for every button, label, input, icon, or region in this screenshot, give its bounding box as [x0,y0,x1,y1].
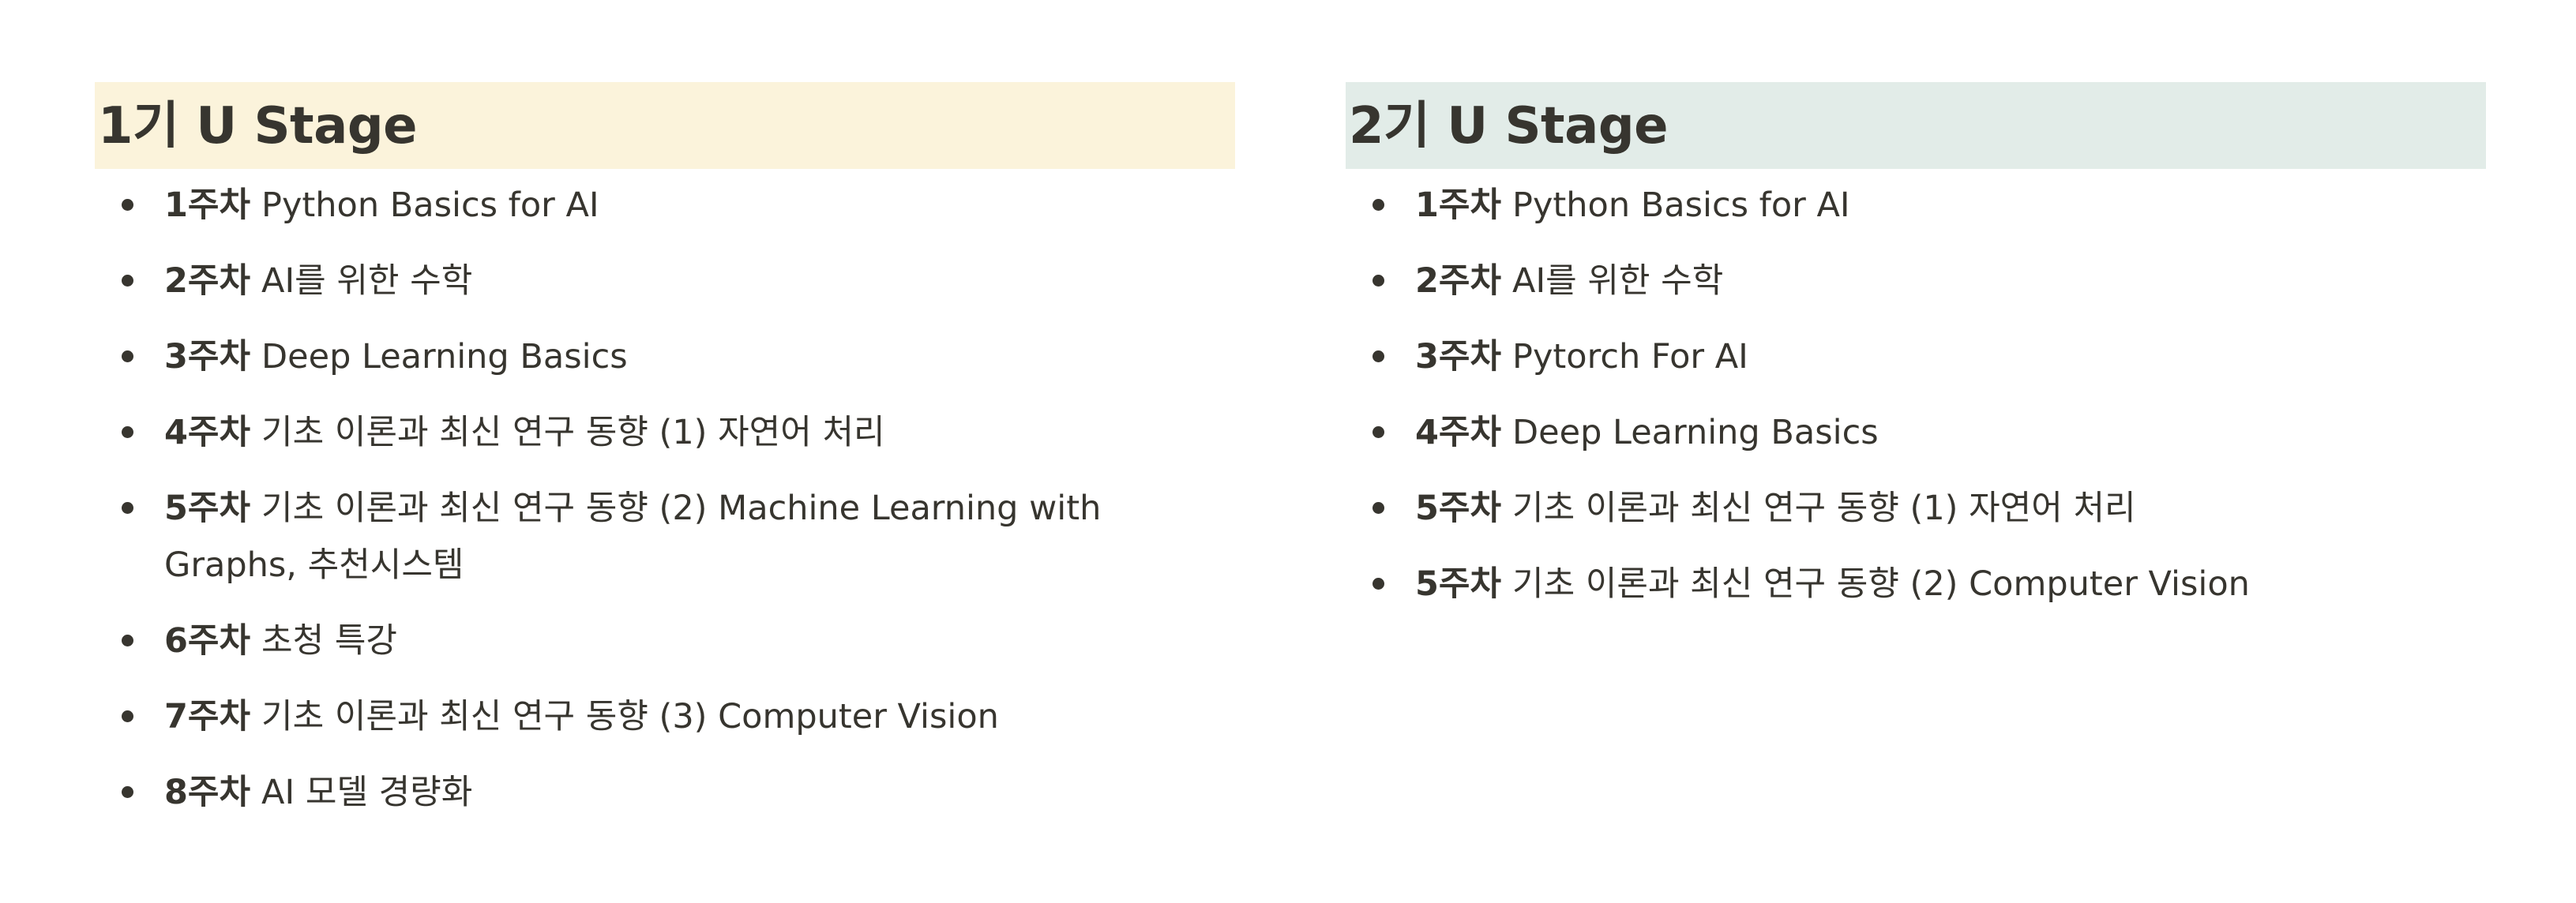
week-number: 8주차 [164,773,251,812]
stage-2-heading: 2기 U Stage [1346,82,2486,169]
week-title: 기초 이론과 최신 연구 동향 (1) 자연어 처리 [1512,489,2136,528]
stage-2-column: 2기 U Stage 1주차 Python Basics for AI 2주차 AI… [1346,82,2486,631]
stage-1-week-list: 1주차 Python Basics for AI 2주차 AI를 위한 수학 3주차… [95,177,1235,821]
week-number: 6주차 [164,621,251,661]
stage-2-week-list: 1주차 Python Basics for AI 2주차 AI를 위한 수학 3주차… [1346,177,2486,613]
list-item: 5주차 기초 이론과 최신 연구 동향 (2) Machine Learning … [95,480,1235,594]
week-title: AI 모델 경량화 [261,773,473,812]
list-item: 4주차 기초 이론과 최신 연구 동향 (1) 자연어 처리 [95,404,1235,461]
list-item: 1주차 Python Basics for AI [1346,177,2486,234]
week-number: 5주차 [1415,564,1502,604]
list-item: 2주차 AI를 위한 수학 [95,253,1235,309]
week-number: 5주차 [164,489,251,528]
list-item: 5주차 기초 이론과 최신 연구 동향 (2) Computer Vision [1346,556,2486,613]
week-number: 4주차 [1415,413,1502,452]
week-title: 기초 이론과 최신 연구 동향 (2) Machine Learning wit… [164,489,1102,585]
bullet-icon [1372,199,1384,211]
bullet-icon [1372,426,1384,438]
week-number: 2주차 [1415,261,1502,301]
list-item: 2주차 AI를 위한 수학 [1346,253,2486,309]
bullet-icon [122,199,133,211]
list-item: 5주차 기초 이론과 최신 연구 동향 (1) 자연어 처리 [1346,480,2486,537]
list-item: 4주차 Deep Learning Basics [1346,404,2486,461]
bullet-icon [122,635,133,646]
week-title: AI를 위한 수학 [1512,261,1724,301]
week-title: AI를 위한 수학 [261,261,473,301]
week-number: 1주차 [164,185,251,225]
week-title: Python Basics for AI [1512,185,1850,225]
bullet-icon [122,710,133,722]
week-title: Pytorch For AI [1512,337,1748,377]
week-title: 기초 이론과 최신 연구 동향 (3) Computer Vision [261,697,999,736]
list-item: 1주차 Python Basics for AI [95,177,1235,234]
bullet-icon [122,786,133,798]
list-item: 8주차 AI 모델 경량화 [95,764,1235,821]
week-title: 초청 특강 [261,621,397,661]
week-title: 기초 이론과 최신 연구 동향 (1) 자연어 처리 [261,413,885,452]
list-item: 3주차 Deep Learning Basics [95,328,1235,385]
bullet-icon [1372,350,1384,362]
stage-1-column: 1기 U Stage 1주차 Python Basics for AI 2주차 AI… [95,82,1235,840]
stage-1-heading: 1기 U Stage [95,82,1235,169]
bullet-icon [122,350,133,362]
week-number: 7주차 [164,697,251,736]
bullet-icon [122,502,133,514]
week-number: 5주차 [1415,489,1502,528]
week-number: 3주차 [1415,337,1502,377]
list-item: 7주차 기초 이론과 최신 연구 동향 (3) Computer Vision [95,688,1235,745]
week-title: Python Basics for AI [261,185,599,225]
bullet-icon [122,426,133,438]
week-title: Deep Learning Basics [261,337,628,377]
list-item: 3주차 Pytorch For AI [1346,328,2486,385]
week-number: 4주차 [164,413,251,452]
bullet-icon [122,275,133,287]
week-number: 1주차 [1415,185,1502,225]
bullet-icon [1372,502,1384,514]
week-number: 3주차 [164,337,251,377]
week-title: Deep Learning Basics [1512,413,1879,452]
list-item: 6주차 초청 특강 [95,613,1235,669]
bullet-icon [1372,275,1384,287]
week-number: 2주차 [164,261,251,301]
bullet-icon [1372,578,1384,590]
week-title: 기초 이론과 최신 연구 동향 (2) Computer Vision [1512,564,2250,604]
